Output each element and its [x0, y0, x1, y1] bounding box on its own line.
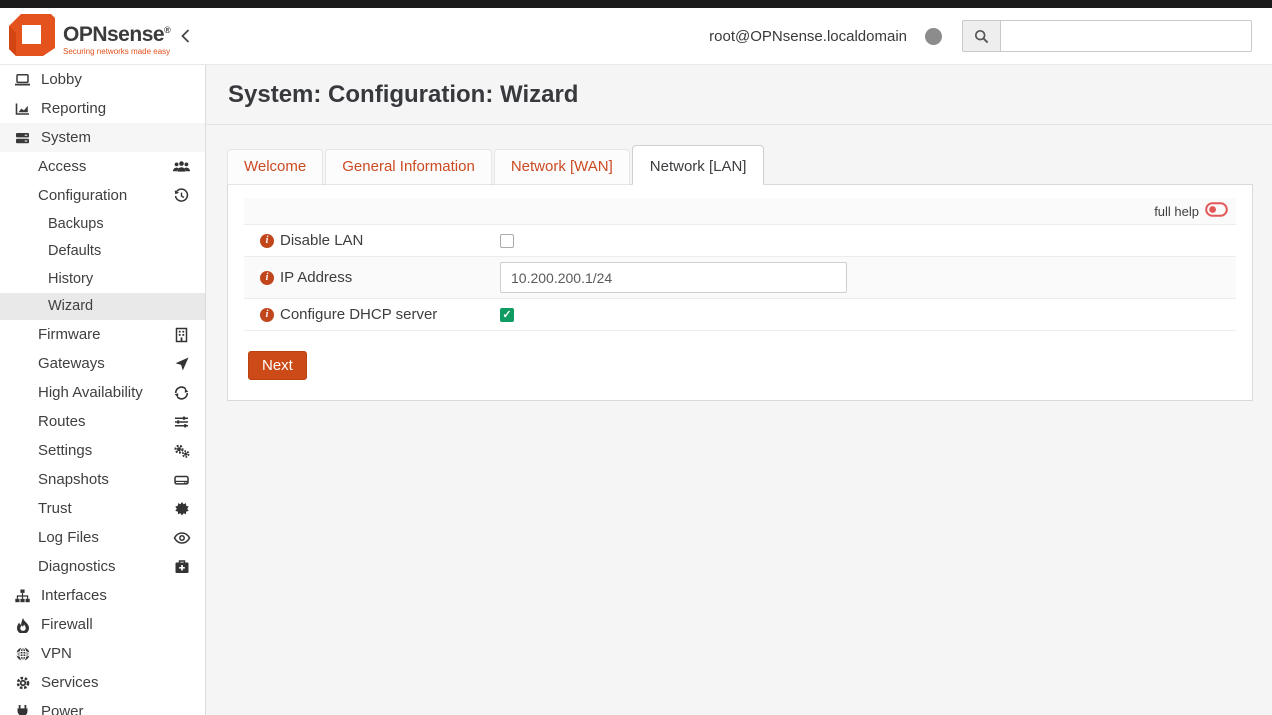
info-icon[interactable]: i	[260, 308, 274, 322]
sidebar-item-reporting[interactable]: Reporting	[0, 94, 205, 123]
full-help-toggle-icon[interactable]	[1205, 202, 1228, 220]
search-bar	[962, 20, 1252, 52]
logo-tagline: Securing networks made easy	[63, 47, 170, 56]
gears-icon	[172, 443, 191, 459]
sidebar-item-system[interactable]: System	[0, 123, 205, 152]
history-icon	[172, 188, 191, 204]
tab-network-lan[interactable]: Network [LAN]	[632, 145, 765, 185]
wizard-form-panel: full help i Disable LAN i IP Addres	[227, 184, 1253, 401]
building-icon	[172, 327, 191, 343]
plug-icon	[13, 704, 32, 715]
sidebar-item-log-files[interactable]: Log Files	[0, 523, 205, 552]
sidebar-item-diagnostics[interactable]: Diagnostics	[0, 552, 205, 581]
info-icon[interactable]: i	[260, 234, 274, 248]
header: OPNsense® Securing networks made easy ro…	[0, 8, 1272, 64]
tab-network-wan[interactable]: Network [WAN]	[494, 149, 630, 185]
hdd-icon	[172, 472, 191, 488]
search-icon	[962, 20, 1000, 52]
sidebar-item-interfaces[interactable]: Interfaces	[0, 581, 205, 610]
field-row-disable-lan: i Disable LAN	[244, 225, 1236, 257]
medkit-icon	[172, 559, 191, 575]
sidebar-item-high-availability[interactable]: High Availability	[0, 378, 205, 407]
laptop-icon	[13, 72, 32, 88]
sidebar-item-configuration[interactable]: Configuration	[0, 181, 205, 210]
field-label: Configure DHCP server	[280, 306, 437, 323]
sidebar-item-lobby[interactable]: Lobby	[0, 65, 205, 94]
sidebar-collapse-chevron-icon[interactable]	[179, 28, 191, 49]
wizard-tabs: Welcome General Information Network [WAN…	[227, 145, 1253, 185]
logo-title: OPNsense®	[63, 19, 170, 46]
sliders-icon	[172, 414, 191, 430]
tab-general-information[interactable]: General Information	[325, 149, 492, 185]
fire-icon	[13, 617, 32, 633]
server-icon	[13, 130, 32, 146]
sidebar-item-history[interactable]: History	[0, 265, 205, 293]
logged-in-user: root@OPNsense.localdomain	[709, 28, 907, 45]
sitemap-icon	[13, 588, 32, 604]
tab-welcome[interactable]: Welcome	[227, 149, 323, 185]
page-title: System: Configuration: Wizard	[228, 81, 578, 109]
sidebar-item-vpn[interactable]: VPN	[0, 639, 205, 668]
field-label: IP Address	[280, 269, 352, 286]
full-help-label: full help	[1154, 204, 1199, 219]
top-black-bar	[0, 0, 1272, 8]
sidebar: Lobby Reporting System Access Configurat…	[0, 65, 206, 715]
field-label: Disable LAN	[280, 232, 363, 249]
user-avatar-dot	[925, 28, 942, 45]
cog-icon	[13, 675, 32, 691]
area-chart-icon	[13, 101, 32, 117]
certificate-icon	[172, 501, 191, 517]
next-button[interactable]: Next	[248, 351, 307, 380]
disable-lan-checkbox[interactable]	[500, 234, 514, 248]
field-row-configure-dhcp: i Configure DHCP server ✓	[244, 299, 1236, 331]
sidebar-item-access[interactable]: Access	[0, 152, 205, 181]
location-arrow-icon	[172, 356, 191, 372]
sidebar-item-trust[interactable]: Trust	[0, 494, 205, 523]
ip-address-input[interactable]	[500, 262, 847, 293]
refresh-icon	[172, 385, 191, 401]
sidebar-item-snapshots[interactable]: Snapshots	[0, 465, 205, 494]
sidebar-item-wizard[interactable]: Wizard	[0, 293, 205, 321]
sidebar-item-backups[interactable]: Backups	[0, 210, 205, 238]
opnsense-logo-icon	[8, 11, 56, 64]
sidebar-item-defaults[interactable]: Defaults	[0, 238, 205, 266]
sidebar-item-power[interactable]: Power	[0, 697, 205, 715]
sidebar-item-firewall[interactable]: Firewall	[0, 610, 205, 639]
info-icon[interactable]: i	[260, 271, 274, 285]
globe-icon	[13, 646, 32, 662]
eye-icon	[172, 530, 191, 546]
opnsense-logo[interactable]: OPNsense® Securing networks made easy	[8, 11, 170, 64]
sidebar-item-services[interactable]: Services	[0, 668, 205, 697]
sidebar-item-firmware[interactable]: Firmware	[0, 320, 205, 349]
sidebar-item-gateways[interactable]: Gateways	[0, 349, 205, 378]
full-help-row: full help	[244, 198, 1236, 225]
users-icon	[172, 159, 191, 174]
sidebar-item-settings[interactable]: Settings	[0, 436, 205, 465]
field-row-ip-address: i IP Address	[244, 257, 1236, 299]
main-content: System: Configuration: Wizard Welcome Ge…	[206, 65, 1272, 715]
sidebar-item-routes[interactable]: Routes	[0, 407, 205, 436]
configure-dhcp-checkbox[interactable]: ✓	[500, 308, 514, 322]
search-input[interactable]	[1000, 20, 1252, 52]
